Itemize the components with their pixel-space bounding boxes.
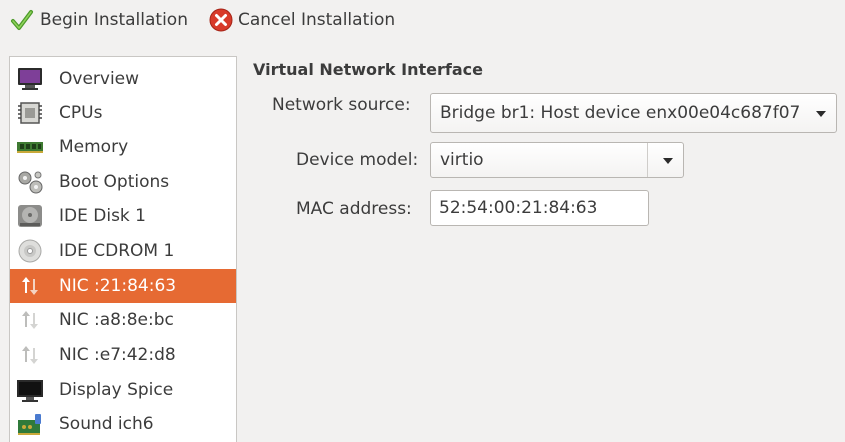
sidebar-item-label: CPUs [59,103,103,123]
toolbar: Begin Installation Cancel Installation [0,0,845,40]
display-icon [15,377,45,403]
combo-divider [647,143,648,177]
nic-icon [15,307,45,333]
monitor-icon [15,66,45,92]
chevron-down-icon [816,111,826,117]
network-source-value: Bridge br1: Host device enx00e04c687f07 [440,103,801,123]
sidebar-item-label: Memory [59,137,129,157]
sidebar-item-nic-21-84-63[interactable]: NIC :21:84:63 [10,269,236,303]
sidebar-item-label: Display Spice [59,380,174,400]
cancel-installation-button[interactable]: Cancel Installation [209,5,395,35]
sidebar-item-label: Boot Options [59,172,170,192]
sidebar-item-label: IDE Disk 1 [59,206,146,226]
mac-address-field[interactable] [430,190,649,226]
device-model-combo[interactable]: virtio [430,142,684,178]
nic-icon [15,342,45,368]
sidebar-item-ide-cdrom-1[interactable]: IDE CDROM 1 [10,234,236,268]
cancel-installation-label: Cancel Installation [237,10,396,30]
cdrom-icon [15,238,45,264]
sidebar-item-label: NIC :a8:8e:bc [59,310,174,330]
memory-icon [15,134,45,160]
sidebar-item-label: Overview [59,69,140,89]
cpu-icon [15,100,45,126]
sidebar-item-label: NIC :e7:42:d8 [59,345,176,365]
mac-address-label: MAC address: [296,199,412,219]
sidebar-item-nic-a8-8e-bc[interactable]: NIC :a8:8e:bc [10,303,236,337]
cancel-icon [209,8,233,32]
sidebar-item-label: NIC :21:84:63 [59,276,177,296]
network-source-combo[interactable]: Bridge br1: Host device enx00e04c687f07 [430,93,837,133]
section-title: Virtual Network Interface [253,60,483,79]
sidebar-item-sound-ich6[interactable]: Sound ich6 [10,407,236,441]
mac-address-input[interactable] [439,197,639,219]
sidebar-item-display-spice[interactable]: Display Spice [10,373,236,407]
begin-installation-label: Begin Installation [40,10,188,30]
sidebar-item-overview[interactable]: Overview [10,62,236,96]
chevron-down-icon [663,158,673,164]
gears-icon [15,169,45,195]
sidebar-item-label: Sound ich6 [59,414,154,434]
hardware-list: Overview CPUs Memory Boot Options IDE Di… [9,56,237,442]
sidebar-item-label: IDE CDROM 1 [59,241,175,261]
disk-icon [15,203,45,229]
sidebar-item-memory[interactable]: Memory [10,130,236,164]
checkmark-icon [10,8,34,32]
sound-card-icon [15,411,45,437]
sidebar-item-boot-options[interactable]: Boot Options [10,165,236,199]
nic-icon [15,273,45,299]
device-model-label: Device model: [296,150,419,170]
network-source-label: Network source: [272,95,411,115]
begin-installation-button[interactable]: Begin Installation [10,5,188,35]
device-model-value: virtio [440,150,484,170]
sidebar-item-nic-e7-42-d8[interactable]: NIC :e7:42:d8 [10,338,236,372]
sidebar-item-cpus[interactable]: CPUs [10,96,236,130]
sidebar-item-ide-disk-1[interactable]: IDE Disk 1 [10,199,236,233]
